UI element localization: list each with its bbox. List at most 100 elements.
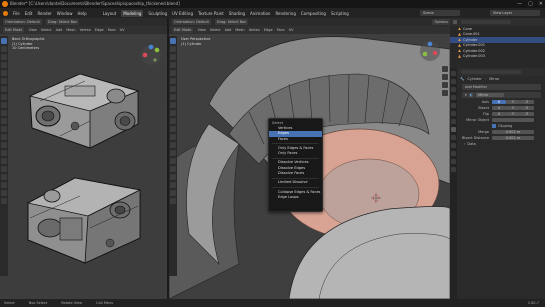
- tab-layout[interactable]: Layout: [103, 11, 117, 16]
- rotate-tool-icon[interactable]: [1, 62, 7, 68]
- close-button[interactable]: ✕: [539, 0, 543, 8]
- menu-add-right[interactable]: Add: [225, 28, 232, 32]
- collapse-icon[interactable]: ▾: [465, 93, 467, 97]
- bevel-tool-icon-right[interactable]: [170, 126, 176, 132]
- menu-item-edge-loops[interactable]: Edge Loops: [269, 195, 322, 200]
- particles-tab-icon[interactable]: [451, 135, 456, 140]
- menu-render[interactable]: Render: [37, 11, 51, 16]
- spaceship-model-bottom[interactable]: [20, 168, 148, 268]
- scene-tab-icon[interactable]: [451, 103, 456, 108]
- render-tab-icon[interactable]: [451, 79, 456, 84]
- move-tool-icon[interactable]: [1, 54, 7, 60]
- navigation-gizmo-icon-right[interactable]: [419, 40, 441, 62]
- measure-tool-icon[interactable]: [1, 94, 7, 100]
- axis-z-toggle[interactable]: Z: [520, 99, 534, 105]
- smooth-tool-icon[interactable]: [1, 166, 7, 172]
- spin-tool-icon-right[interactable]: [170, 158, 176, 164]
- knife-tool-icon-right[interactable]: [170, 142, 176, 148]
- add-cube-tool-icon-right[interactable]: [170, 102, 176, 108]
- menu-add[interactable]: Add: [56, 28, 63, 32]
- menu-mesh-right[interactable]: Mesh: [235, 28, 244, 32]
- inset-tool-icon-right[interactable]: [170, 118, 176, 124]
- drag-dropdown-right[interactable]: Drag: Select Box: [214, 19, 249, 25]
- view-layer-tab-icon[interactable]: [451, 95, 456, 100]
- edge-slide-tool-icon[interactable]: [1, 174, 7, 180]
- axis-y-toggle[interactable]: Y: [506, 99, 520, 105]
- menu-help[interactable]: Help: [77, 11, 86, 16]
- tab-texture-paint[interactable]: Texture Paint: [198, 11, 224, 16]
- add-cube-tool-icon[interactable]: [1, 102, 7, 108]
- shear-tool-icon[interactable]: [1, 190, 7, 196]
- poly-build-tool-icon[interactable]: [1, 150, 7, 156]
- spin-tool-icon[interactable]: [1, 158, 7, 164]
- scale-tool-icon[interactable]: [1, 70, 7, 76]
- menu-view[interactable]: View: [28, 28, 36, 32]
- output-tab-icon[interactable]: [451, 87, 456, 92]
- cursor-tool-icon-right[interactable]: [170, 46, 176, 52]
- cursor-tool-icon[interactable]: [1, 46, 7, 52]
- constraints-tab-icon[interactable]: [451, 151, 456, 156]
- rip-tool-icon-right[interactable]: [170, 198, 176, 204]
- shear-tool-icon-right[interactable]: [170, 190, 176, 196]
- knife-tool-icon[interactable]: [1, 142, 7, 148]
- rip-tool-icon[interactable]: [1, 198, 7, 204]
- smooth-tool-icon-right[interactable]: [170, 166, 176, 172]
- zoom-icon-right[interactable]: [442, 66, 448, 72]
- maximize-button[interactable]: ▢: [528, 0, 533, 8]
- select-box-tool-icon[interactable]: [1, 38, 7, 44]
- tool-tab-icon[interactable]: [451, 71, 456, 76]
- ortho-toggle-icon[interactable]: [157, 94, 163, 100]
- extrude-tool-icon-right[interactable]: [170, 110, 176, 116]
- bevel-tool-icon[interactable]: [1, 126, 7, 132]
- poly-build-tool-icon-right[interactable]: [170, 150, 176, 156]
- modifier-tab-icon[interactable]: [451, 127, 456, 132]
- outliner-search-input[interactable]: [461, 20, 511, 24]
- orientation-dropdown-right[interactable]: Orientation: Default: [172, 19, 211, 25]
- tab-scripting[interactable]: Scripting: [331, 11, 349, 16]
- bisect-distance-field[interactable]: 0.001 m: [492, 135, 534, 141]
- shrink-fatten-tool-icon[interactable]: [1, 182, 7, 188]
- menu-edge[interactable]: Edge: [95, 28, 104, 32]
- properties-search-input[interactable]: [461, 70, 521, 74]
- data-section-header[interactable]: › Data: [464, 141, 545, 147]
- outliner-filter-icon[interactable]: [453, 20, 457, 24]
- menu-face-right[interactable]: Face: [277, 28, 285, 32]
- loop-cut-tool-icon-right[interactable]: [170, 134, 176, 140]
- annotate-tool-icon[interactable]: [1, 86, 7, 92]
- drag-dropdown[interactable]: Drag: Select Box: [45, 19, 80, 25]
- camera-view-icon[interactable]: [157, 86, 163, 92]
- minimize-button[interactable]: —: [517, 0, 522, 8]
- app-menu-icon[interactable]: [3, 10, 8, 16]
- shrink-fatten-tool-icon-right[interactable]: [170, 182, 176, 188]
- rotate-tool-icon-right[interactable]: [170, 62, 176, 68]
- menu-vertex[interactable]: Vertex: [80, 28, 91, 32]
- world-tab-icon[interactable]: [451, 111, 456, 116]
- menu-uv-right[interactable]: UV: [289, 28, 294, 32]
- options-dropdown[interactable]: Options: [432, 19, 450, 25]
- extrude-tool-icon[interactable]: [1, 110, 7, 116]
- merge-field[interactable]: 0.001 m: [492, 129, 534, 135]
- orientation-dropdown[interactable]: Orientation: Default: [3, 19, 42, 25]
- edge-slide-tool-icon-right[interactable]: [170, 174, 176, 180]
- expand-icon[interactable]: ›: [464, 142, 465, 146]
- pan-icon[interactable]: [157, 78, 163, 84]
- flip-y-toggle[interactable]: Y: [506, 111, 520, 117]
- menu-select-right[interactable]: Select: [210, 28, 221, 32]
- tab-compositing[interactable]: Compositing: [301, 11, 326, 16]
- menu-view-right[interactable]: View: [197, 28, 205, 32]
- measure-tool-icon-right[interactable]: [170, 94, 176, 100]
- menu-mesh[interactable]: Mesh: [66, 28, 75, 32]
- bisect-y-toggle[interactable]: Y: [506, 105, 520, 111]
- transform-tool-icon-right[interactable]: [170, 78, 176, 84]
- physics-tab-icon[interactable]: [451, 143, 456, 148]
- menu-file[interactable]: File: [13, 11, 20, 16]
- tab-uv-editing[interactable]: UV Editing: [172, 11, 193, 16]
- annotate-tool-icon-right[interactable]: [170, 86, 176, 92]
- spaceship-model-top[interactable]: [20, 66, 145, 156]
- bisect-x-toggle[interactable]: X: [492, 105, 506, 111]
- zoom-icon[interactable]: [157, 70, 163, 76]
- data-tab-icon[interactable]: [451, 159, 456, 164]
- menu-face[interactable]: Face: [108, 28, 116, 32]
- tab-modeling[interactable]: Modeling: [121, 9, 144, 17]
- menu-item-limited-dissolve[interactable]: Limited Dissolve: [269, 180, 322, 185]
